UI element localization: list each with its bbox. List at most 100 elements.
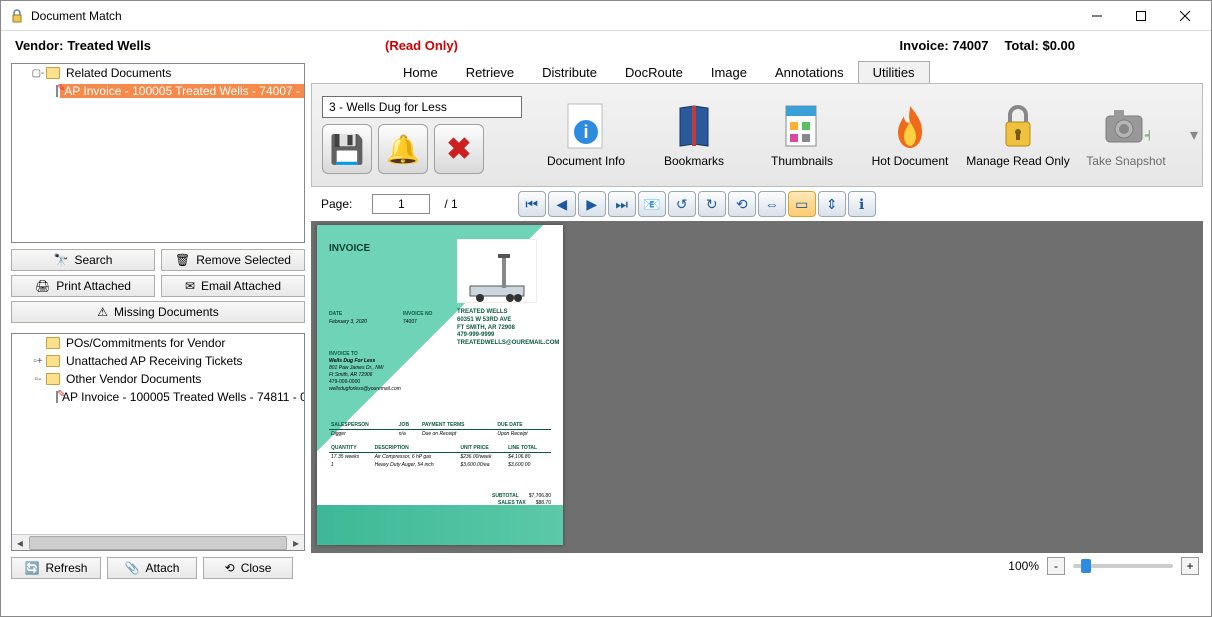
folder-icon bbox=[46, 355, 60, 367]
remove-selected-button[interactable]: 🗑Remove Selected bbox=[161, 249, 305, 271]
page-label: Page: bbox=[321, 197, 352, 211]
header-strip: Vendor: Treated Wells (Read Only) Invoic… bbox=[1, 31, 1211, 59]
folder-icon bbox=[46, 373, 60, 385]
window-minimize-button[interactable] bbox=[1075, 2, 1119, 30]
scroll-right-arrow[interactable]: ▸ bbox=[288, 535, 304, 550]
zoom-slider[interactable] bbox=[1073, 564, 1173, 568]
subtotal-lbl: SUBTOTAL bbox=[492, 493, 519, 499]
rotate-left-button[interactable]: ↺ bbox=[668, 191, 696, 217]
first-page-button[interactable]: ⏮ bbox=[518, 191, 546, 217]
td: Heavy Duty Auger, 54 inch bbox=[373, 461, 459, 469]
tab-annotations[interactable]: Annotations bbox=[761, 62, 858, 83]
email-attached-button[interactable]: ✉Email Attached bbox=[161, 275, 305, 297]
search-button[interactable]: 🔭Search bbox=[11, 249, 155, 271]
related-documents-tree[interactable]: ▢- Related Documents AP Invoice - 100005… bbox=[11, 63, 305, 243]
fit-width-button[interactable]: ⇔ bbox=[758, 191, 786, 217]
td: 17.35 weeks bbox=[329, 453, 373, 462]
tree-node-related-documents[interactable]: ▢- Related Documents bbox=[12, 64, 304, 82]
vendor-documents-tree[interactable]: POs/Commitments for Vendor ▫+ Unattached… bbox=[11, 333, 305, 551]
company-addr2: FT SMITH, AR 72908 bbox=[457, 325, 559, 333]
export-button[interactable]: 📧 bbox=[638, 191, 666, 217]
tree-expand-icon[interactable]: ▫+ bbox=[30, 356, 46, 367]
padlock-icon bbox=[994, 102, 1042, 150]
tab-home[interactable]: Home bbox=[389, 62, 452, 83]
th-line: LINE TOTAL bbox=[506, 444, 551, 453]
tree-node-ap-invoice-74811[interactable]: AP Invoice - 100005 Treated Wells - 7481… bbox=[12, 388, 304, 406]
tab-distribute[interactable]: Distribute bbox=[528, 62, 611, 83]
tab-image[interactable]: Image bbox=[697, 62, 761, 83]
company-addr1: 60351 W 53RD AVE bbox=[457, 317, 559, 325]
td: 1 bbox=[329, 461, 373, 469]
invoice-to-phone: 479-000-0000 bbox=[329, 379, 401, 386]
invoice-to-label: INVOICE TO bbox=[329, 351, 401, 358]
invoice-image bbox=[457, 239, 537, 303]
document-viewer[interactable]: INVOICE DATE February 3, 2020 INVOICE NO… bbox=[311, 221, 1203, 553]
page-total-label: / 1 bbox=[444, 197, 457, 211]
alert-button[interactable]: 🔔 bbox=[378, 124, 428, 174]
window-maximize-button[interactable] bbox=[1119, 2, 1163, 30]
folder-icon bbox=[46, 67, 60, 79]
svg-text:i: i bbox=[583, 122, 588, 142]
fit-page-button[interactable]: ▭ bbox=[788, 191, 816, 217]
zoom-percent-label: 100% bbox=[1008, 559, 1039, 573]
tree-spacer bbox=[30, 338, 46, 349]
tree-collapse-icon[interactable]: ▢- bbox=[30, 68, 46, 79]
bookmarks-button[interactable]: Bookmarks bbox=[640, 102, 748, 168]
info-button[interactable]: ℹ bbox=[848, 191, 876, 217]
tree-node-label: Other Vendor Documents bbox=[64, 372, 203, 386]
button-label: Print Attached bbox=[56, 279, 131, 293]
left-panel: ▢- Related Documents AP Invoice - 100005… bbox=[1, 59, 311, 579]
hot-document-button[interactable]: Hot Document bbox=[856, 102, 964, 168]
document-info-button[interactable]: i Document Info bbox=[532, 102, 640, 168]
rotate-right-button[interactable]: ↻ bbox=[698, 191, 726, 217]
scrollbar-thumb[interactable] bbox=[29, 536, 287, 550]
th-price: UNIT PRICE bbox=[458, 444, 506, 453]
invoice-number-label: Invoice: 74007 bbox=[900, 38, 989, 53]
invoice-no-label: INVOICE NO bbox=[403, 311, 432, 317]
tab-utilities[interactable]: Utilities bbox=[858, 61, 930, 84]
tree-node-pos-commitments[interactable]: POs/Commitments for Vendor bbox=[12, 334, 304, 352]
button-label: Bookmarks bbox=[664, 154, 724, 168]
print-attached-button[interactable]: 🖨 Print Attached bbox=[11, 275, 155, 297]
svg-text:+: + bbox=[1144, 125, 1150, 147]
book-icon bbox=[670, 102, 718, 150]
button-label: Search bbox=[74, 253, 112, 267]
zoom-slider-knob[interactable] bbox=[1081, 559, 1091, 573]
window-close-button[interactable] bbox=[1163, 2, 1207, 30]
manage-read-only-button[interactable]: Manage Read Only bbox=[964, 102, 1072, 168]
tab-docroute[interactable]: DocRoute bbox=[611, 62, 697, 83]
attach-icon: 📎 bbox=[125, 561, 140, 575]
page-number-input[interactable] bbox=[372, 194, 430, 214]
zoom-in-button[interactable]: + bbox=[1181, 557, 1199, 575]
x-icon: ✖ bbox=[446, 132, 471, 167]
invoice-date-label: DATE bbox=[329, 311, 342, 317]
tree-node-other-vendor-docs[interactable]: ▫- Other Vendor Documents bbox=[12, 370, 304, 388]
td-due: Upon Receipt bbox=[495, 430, 551, 439]
prev-page-button[interactable]: ◀ bbox=[548, 191, 576, 217]
readonly-label: (Read Only) bbox=[385, 38, 458, 53]
zoom-out-button[interactable]: - bbox=[1047, 557, 1065, 575]
missing-documents-button[interactable]: ⚠Missing Documents bbox=[11, 301, 305, 323]
tab-retrieve[interactable]: Retrieve bbox=[452, 62, 528, 83]
refresh-button[interactable]: 🔄Refresh bbox=[11, 557, 101, 579]
tree-collapse-icon[interactable]: ▫- bbox=[30, 374, 46, 385]
printer-icon: 🖨 bbox=[35, 279, 50, 293]
document-type-dropdown[interactable]: 3 - Wells Dug for Less bbox=[322, 96, 522, 118]
next-page-button[interactable]: ▶ bbox=[578, 191, 606, 217]
last-page-button[interactable]: ⏭ bbox=[608, 191, 636, 217]
total-label: Total: $0.00 bbox=[1004, 38, 1075, 53]
thumbnails-button[interactable]: Thumbnails bbox=[748, 102, 856, 168]
rotate-reset-button[interactable]: ⟲ bbox=[728, 191, 756, 217]
delete-button[interactable]: ✖ bbox=[434, 124, 484, 174]
save-button[interactable]: 💾 bbox=[322, 124, 372, 174]
fit-height-button[interactable]: ⇕ bbox=[818, 191, 846, 217]
tree-node-unattached-tickets[interactable]: ▫+ Unattached AP Receiving Tickets bbox=[12, 352, 304, 370]
attach-button[interactable]: 📎Attach bbox=[107, 557, 197, 579]
horizontal-scrollbar[interactable]: ◂ ▸ bbox=[12, 534, 304, 550]
ribbon-overflow-icon[interactable]: ▾ bbox=[1190, 125, 1198, 145]
tree-node-ap-invoice-74007[interactable]: AP Invoice - 100005 Treated Wells - 7400… bbox=[12, 82, 304, 100]
close-button[interactable]: ⟲Close bbox=[203, 557, 293, 579]
document-page: INVOICE DATE February 3, 2020 INVOICE NO… bbox=[317, 225, 563, 545]
scroll-left-arrow[interactable]: ◂ bbox=[12, 535, 28, 550]
window-title: Document Match bbox=[31, 9, 122, 23]
